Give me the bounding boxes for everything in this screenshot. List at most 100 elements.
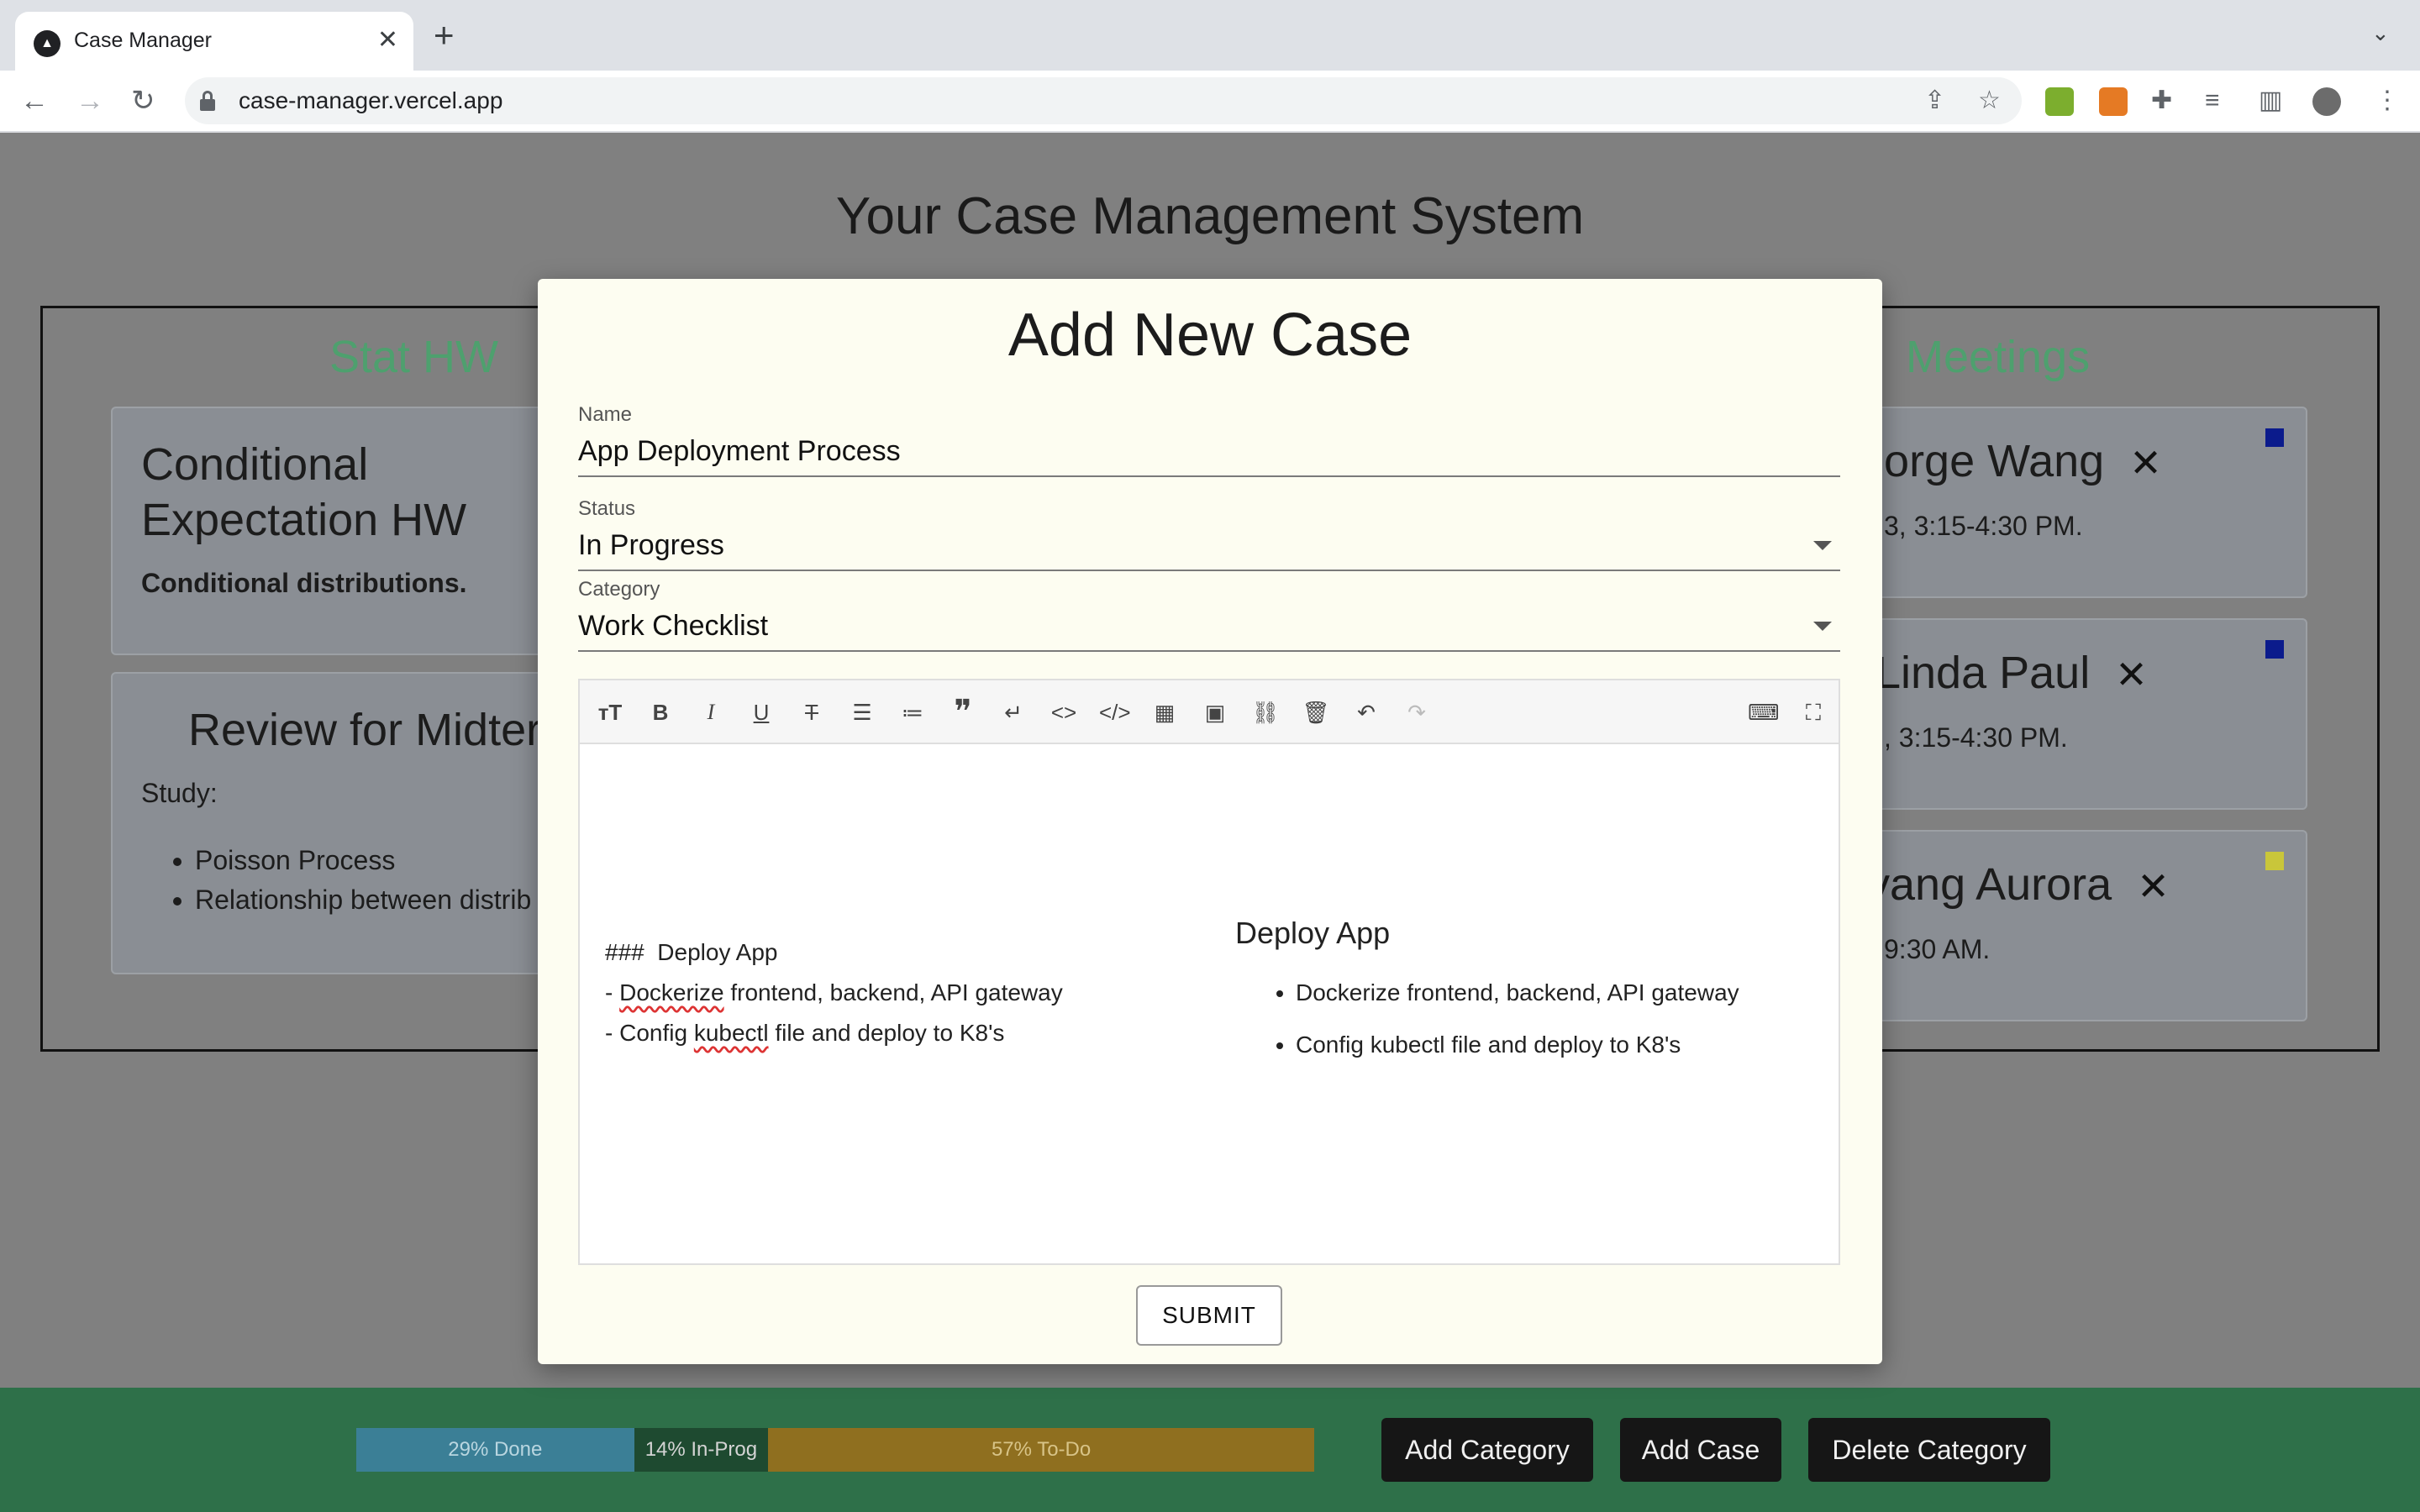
tab-search-chevron-icon[interactable]: ⌄ [2371, 20, 2390, 46]
progress-segment-done: 29% Done [356, 1428, 634, 1472]
app-favicon-icon: ▲ [34, 30, 60, 57]
name-label: Name [578, 403, 633, 426]
status-select[interactable]: Status In Progress [578, 491, 1840, 571]
misspelled-word: kubectl [693, 1020, 769, 1046]
share-icon[interactable]: ⇪ [1924, 86, 1945, 115]
markdown-source[interactable]: ### Deploy App - Dockerize frontend, bac… [605, 932, 1063, 1053]
inline-code-icon[interactable]: <> [1049, 697, 1079, 727]
browser-tab-bar: ▲ Case Manager ✕ + ⌄ [0, 0, 2420, 71]
wrap-text-icon[interactable]: ↵ [998, 697, 1028, 727]
image-icon[interactable]: ▣ [1200, 697, 1230, 727]
strikethrough-icon[interactable]: T [797, 697, 827, 727]
card-subtitle: Conditional distributions. [141, 568, 467, 598]
line-text: - Config [605, 1020, 694, 1046]
card-title: Conditional Expectation HW [141, 439, 467, 545]
heading-marker: ### [605, 939, 644, 965]
table-icon[interactable]: ▦ [1150, 697, 1180, 727]
preview-list: Dockerize frontend, backend, API gateway… [1235, 979, 1739, 1058]
chevron-down-icon[interactable] [1813, 541, 1832, 550]
add-case-modal: Add New Case Name App Deployment Process… [538, 279, 1882, 1364]
markdown-editor[interactable]: ᴛT B I U T ☰ ≔ ❞ ↵ <> </> ▦ ▣ ⛓ 🗑 ↶ ↷ ⌨ … [578, 679, 1840, 1265]
reload-icon[interactable]: ↻ [131, 82, 155, 119]
code-block-icon[interactable]: </> [1099, 697, 1131, 727]
heading-text: Deploy App [657, 939, 778, 965]
line-text: file and deploy to K8's [768, 1020, 1005, 1046]
modal-title: Add New Case [1007, 302, 1413, 369]
list-item: Relationship between distrib [195, 885, 531, 916]
name-input[interactable]: App Deployment Process [578, 435, 901, 468]
category-label: Category [578, 578, 660, 601]
italic-icon[interactable]: I [696, 697, 726, 727]
add-category-button[interactable]: Add Category [1381, 1418, 1593, 1482]
card-time: 9:30 AM. [1884, 934, 1991, 964]
case-color-indicator [2265, 428, 2284, 447]
delete-category-button[interactable]: Delete Category [1808, 1418, 2050, 1482]
bookmark-star-icon[interactable]: ☆ [1978, 86, 2001, 115]
redo-icon[interactable]: ↷ [1402, 697, 1432, 727]
back-arrow-icon[interactable]: ← [20, 82, 49, 119]
category-select[interactable]: Category Work Checklist [578, 571, 1840, 652]
heading-icon[interactable]: ᴛT [595, 697, 625, 727]
delete-case-x-icon[interactable]: ✕ [2115, 653, 2148, 696]
status-value: In Progress [578, 529, 724, 561]
link-icon[interactable]: ⛓ [1250, 697, 1281, 727]
case-card[interactable]: Review for Midter Study: Poisson Process… [111, 672, 548, 974]
fullscreen-icon[interactable]: ⛶ [1798, 697, 1828, 727]
card-intro: Study: [141, 778, 218, 808]
browser-toolbar: ← → ↻ case-manager.vercel.app ⇪ ☆ ✚ ≡ ▥ … [0, 71, 2420, 133]
submit-button[interactable]: SUBMIT [1136, 1285, 1282, 1346]
add-case-button[interactable]: Add Case [1620, 1418, 1781, 1482]
case-card[interactable]: yang Aurora ✕ 9:30 AM. [1815, 830, 2307, 1021]
case-card[interactable]: eorge Wang ✕ 3, 3:15-4:30 PM. [1815, 407, 2307, 598]
card-title-row: eorge Wang ✕ [1859, 433, 2162, 491]
column-title-stat-hw: Stat HW [329, 332, 499, 382]
numbered-list-icon[interactable]: ≔ [897, 697, 928, 727]
keyboard-shortcuts-icon[interactable]: ⌨ [1748, 697, 1780, 727]
address-bar[interactable]: case-manager.vercel.app ⇪ ☆ [185, 77, 2022, 124]
category-value: Work Checklist [578, 610, 769, 642]
side-panel-icon[interactable]: ▥ [2259, 82, 2282, 119]
extensions-puzzle-icon[interactable]: ✚ [2151, 82, 2172, 119]
source-line: - Dockerize frontend, backend, API gatew… [605, 973, 1063, 1013]
quote-icon[interactable]: ❞ [948, 696, 978, 729]
close-tab-icon[interactable]: ✕ [377, 24, 398, 57]
preview-list-item: Dockerize frontend, backend, API gateway [1296, 979, 1739, 1006]
delete-case-x-icon[interactable]: ✕ [2137, 864, 2170, 908]
underline-icon[interactable]: U [746, 697, 776, 727]
card-title: Linda Paul [1876, 648, 2091, 698]
case-color-indicator [2265, 852, 2284, 870]
profile-avatar[interactable] [2312, 87, 2341, 116]
source-line: - Config kubectl file and deploy to K8's [605, 1013, 1063, 1053]
delete-icon[interactable]: 🗑 [1301, 697, 1331, 727]
case-color-indicator [2265, 640, 2284, 659]
card-time: 3, 3:15-4:30 PM. [1884, 511, 2083, 541]
status-label: Status [578, 497, 636, 520]
progress-segment-in-progress: 14% In-Prog [634, 1428, 769, 1472]
case-card[interactable]: Conditional Expectation HW Conditional d… [111, 407, 548, 655]
source-line: ### Deploy App [605, 932, 1063, 973]
url-text: case-manager.vercel.app [239, 87, 503, 113]
forward-arrow-icon[interactable]: → [76, 82, 104, 119]
browser-menu-icon[interactable]: ⋮ [2375, 82, 2400, 119]
card-title: eorge Wang [1859, 436, 2105, 486]
column-title-meetings: Meetings [1906, 332, 2091, 382]
chevron-down-icon[interactable] [1813, 622, 1832, 631]
card-title-row: Linda Paul ✕ [1876, 645, 2148, 702]
bulleted-list-icon[interactable]: ☰ [847, 697, 877, 727]
delete-case-x-icon[interactable]: ✕ [2129, 441, 2162, 485]
browser-tab[interactable]: ▲ Case Manager ✕ [15, 12, 413, 71]
name-field[interactable]: Name App Deployment Process [578, 396, 1840, 477]
editor-toolbar: ᴛT B I U T ☰ ≔ ❞ ↵ <> </> ▦ ▣ ⛓ 🗑 ↶ ↷ ⌨ … [580, 680, 1839, 744]
undo-icon[interactable]: ↶ [1351, 697, 1381, 727]
preview-list-item: Config kubectl file and deploy to K8's [1296, 1032, 1739, 1058]
case-card[interactable]: Linda Paul ✕ , 3:15-4:30 PM. [1815, 618, 2307, 810]
media-queue-icon[interactable]: ≡ [2205, 82, 2220, 119]
card-title: yang Aurora [1867, 859, 2112, 910]
new-tab-icon[interactable]: + [434, 18, 455, 53]
markdown-preview: Deploy App Dockerize frontend, backend, … [1235, 916, 1739, 1084]
lock-icon [200, 91, 215, 111]
card-title-row: yang Aurora ✕ [1867, 857, 2170, 914]
extension-plant-icon[interactable] [2045, 87, 2074, 116]
bold-icon[interactable]: B [645, 697, 676, 727]
metamask-fox-icon[interactable] [2099, 87, 2128, 116]
